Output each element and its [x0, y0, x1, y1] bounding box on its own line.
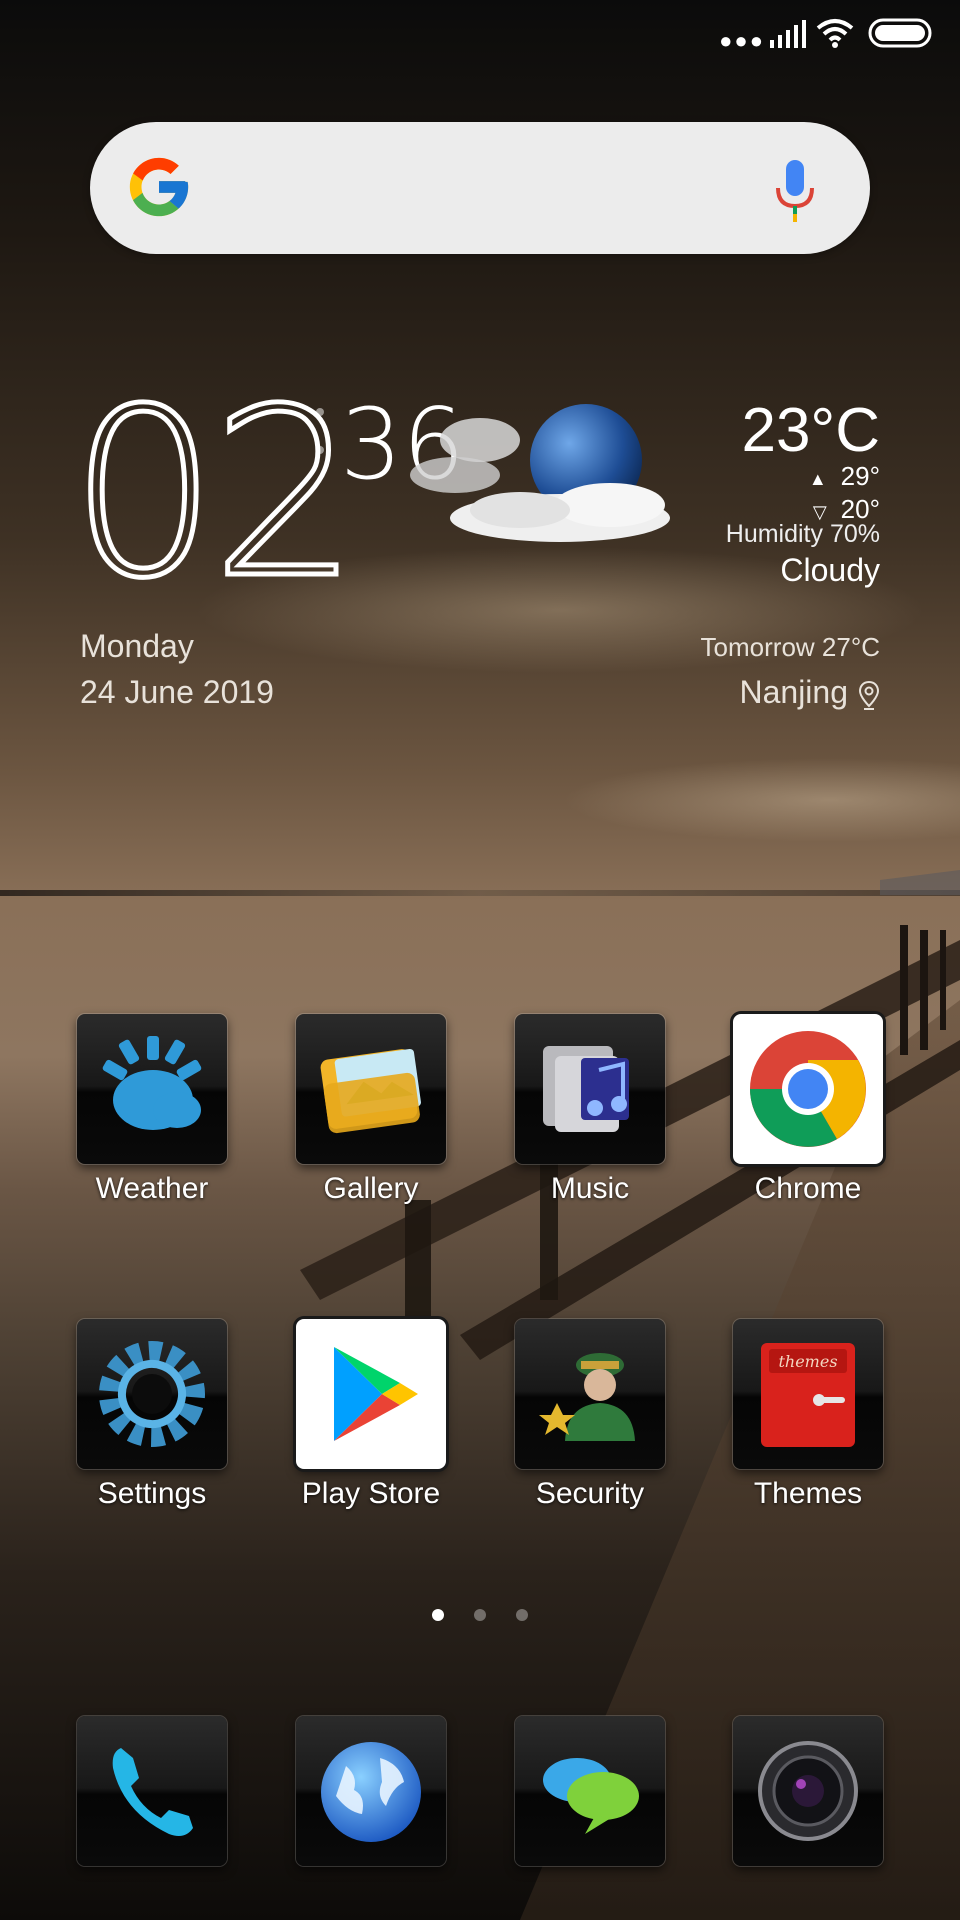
messaging-app-tile[interactable]: [515, 1716, 665, 1866]
high-low-temperature: ▲ 29° ▽ 20°: [809, 461, 880, 527]
security-guard-icon: [539, 1353, 635, 1441]
phone-app-tile[interactable]: [77, 1716, 227, 1866]
settings-app-tile[interactable]: [77, 1319, 227, 1469]
phone-icon: [112, 1748, 193, 1836]
app-label: Play Store: [301, 1477, 441, 1510]
play-store-icon: [334, 1347, 418, 1441]
page-indicator: [0, 1608, 960, 1626]
app-music[interactable]: Music: [515, 1014, 665, 1206]
camera-icon: [758, 1741, 858, 1841]
app-label: Settings: [97, 1477, 207, 1510]
app-label: Themes: [753, 1477, 863, 1510]
tomorrow-forecast: Tomorrow 27°C: [700, 632, 880, 662]
wallpaper-pier: [300, 870, 960, 1920]
wallpaper-horizon: [0, 890, 960, 896]
dock-browser[interactable]: [296, 1716, 446, 1866]
themes-app-tile[interactable]: themes: [733, 1319, 883, 1469]
app-themes[interactable]: themes Themes: [733, 1319, 883, 1511]
app-label: Gallery: [323, 1172, 419, 1205]
status-bar: ●●●: [0, 0, 960, 64]
messaging-icon: [543, 1758, 639, 1834]
page-dot[interactable]: [516, 1609, 529, 1621]
mic-icon[interactable]: [772, 158, 818, 224]
clock-colon: [316, 408, 324, 468]
clock-hours[interactable]: 02: [67, 376, 361, 613]
battery-icon: [868, 18, 932, 48]
app-label: Weather: [95, 1172, 209, 1205]
google-search-bar[interactable]: [90, 122, 870, 254]
signal-icon: [770, 20, 806, 48]
svg-text:themes: themes: [778, 1352, 837, 1371]
camera-app-tile[interactable]: [733, 1716, 883, 1866]
cloudy-night-icon: [410, 404, 670, 542]
app-chrome[interactable]: Chrome: [733, 1014, 883, 1206]
app-play-store[interactable]: Play Store: [296, 1319, 446, 1511]
play-store-app-tile[interactable]: [296, 1319, 446, 1469]
app-security[interactable]: Security: [515, 1319, 665, 1511]
themes-icon: themes: [761, 1343, 855, 1447]
wifi-icon: [816, 19, 854, 48]
app-label: Music: [550, 1172, 630, 1205]
chrome-icon: [750, 1031, 866, 1147]
location-pin-icon: [858, 680, 880, 710]
music-folder-icon: [543, 1046, 629, 1132]
page-dot-active[interactable]: [431, 1609, 444, 1621]
down-arrow-icon: ▽: [812, 502, 827, 522]
app-gallery[interactable]: Gallery: [296, 1014, 446, 1206]
city-name: Nanjing: [739, 674, 848, 710]
app-settings[interactable]: Settings: [77, 1319, 227, 1511]
current-temperature[interactable]: 23°C: [741, 395, 880, 466]
gear-icon: [99, 1341, 205, 1447]
weather-condition: Cloudy: [780, 552, 880, 588]
up-arrow-icon: ▲: [808, 469, 827, 489]
page-dot[interactable]: [474, 1609, 486, 1621]
high-temp: 29°: [840, 461, 880, 491]
music-app-tile[interactable]: [515, 1014, 665, 1164]
browser-globe-icon: [321, 1742, 421, 1842]
gallery-app-tile[interactable]: [296, 1014, 446, 1164]
date-text: 24 June 2019: [80, 674, 274, 710]
dock-camera[interactable]: [733, 1716, 883, 1866]
app-weather[interactable]: Weather: [77, 1014, 227, 1206]
app-label: Security: [535, 1477, 645, 1510]
dock-messaging[interactable]: [515, 1716, 665, 1866]
chrome-app-tile[interactable]: [733, 1014, 883, 1164]
security-app-tile[interactable]: [515, 1319, 665, 1469]
day-of-week: Monday: [80, 628, 194, 664]
google-logo: [129, 157, 189, 217]
app-label: Chrome: [754, 1172, 862, 1205]
browser-app-tile[interactable]: [296, 1716, 446, 1866]
weather-sun-icon: [102, 1036, 202, 1130]
humidity-text: Humidity 70%: [725, 520, 880, 548]
gallery-folder-icon: [320, 1048, 421, 1134]
city-location[interactable]: Nanjing: [739, 674, 880, 711]
weather-app-tile[interactable]: [77, 1014, 227, 1164]
dots-icon: ●●●: [719, 28, 765, 53]
dock-phone[interactable]: [77, 1716, 227, 1866]
